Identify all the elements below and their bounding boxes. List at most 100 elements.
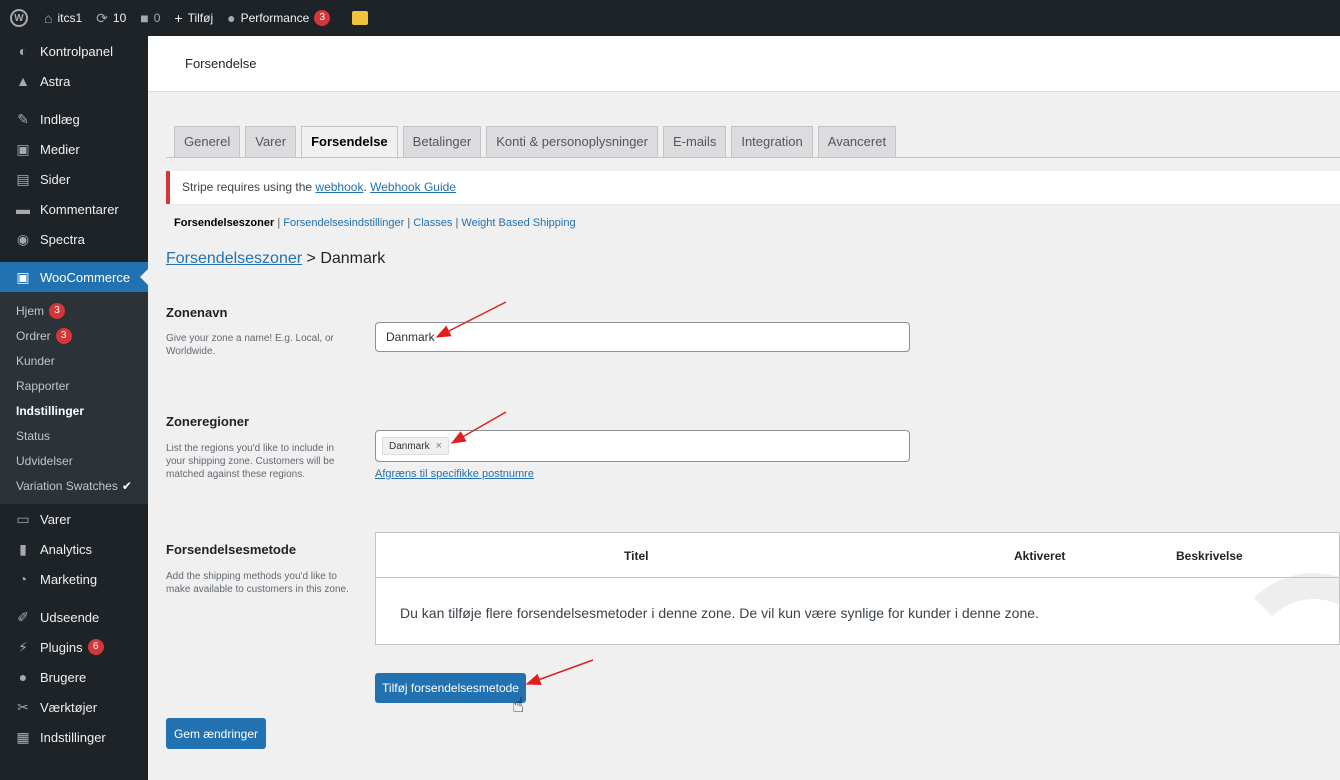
sidebar-item-kommentarer[interactable]: ▬ Kommentarer	[0, 194, 148, 224]
sidebar-item-indlæg[interactable]: ✎ Indlæg	[0, 104, 148, 134]
site-name: itcs1	[57, 11, 83, 25]
sidebar-item-label: Medier	[40, 141, 80, 157]
sidebar-item-woocommerce[interactable]: ▣ WooCommerce	[0, 262, 148, 292]
sidebar-item-indstillinger[interactable]: ▦ Indstillinger	[0, 722, 148, 752]
webhook-guide-link[interactable]: Webhook Guide	[370, 180, 456, 194]
submenu-item-label: Variation Swatches	[16, 478, 118, 493]
users-icon: ●	[18, 669, 28, 685]
tab-avanceret[interactable]: Avanceret	[817, 126, 897, 158]
table-header: Titel Aktiveret Beskrivelse	[376, 533, 1339, 578]
wordpress-logo-icon[interactable]: W	[10, 9, 28, 27]
zone-regions-label: Zoneregioner	[166, 414, 250, 429]
analytics-icon: ▮	[19, 541, 27, 557]
updates-link[interactable]: ⟳ 10	[96, 10, 126, 27]
zone-regions-desc: List the regions you'd like to include i…	[166, 443, 335, 480]
sidebar-item-varer[interactable]: ▭ Varer	[0, 504, 148, 534]
subnav-current[interactable]: Forsendelseszoner	[174, 217, 274, 229]
zone-name-label: Zonenavn	[166, 305, 228, 320]
remove-chip-icon[interactable]: ×	[436, 440, 442, 452]
admin-bar: W ⌂ itcs1 ⟳ 10 ■ 0 + Tilføj ● Performanc…	[0, 0, 1340, 36]
astra-icon: ▲	[16, 73, 30, 89]
sidebar-item-kontrolpanel[interactable]: ◐ Kontrolpanel	[0, 36, 148, 66]
limit-postcodes-link[interactable]: Afgræns til specifikke postnumre	[375, 468, 534, 480]
sidebar-item-label: Plugins	[40, 639, 83, 655]
submenu-item-label: Indstillinger	[16, 403, 85, 418]
performance-badge: 3	[314, 10, 331, 26]
tools-icon: ✂	[17, 699, 29, 715]
sidebar-item-plugins[interactable]: ⚡ Plugins 6	[0, 632, 148, 662]
shipping-subnav: Forsendelseszoner | Forsendelsesindstill…	[174, 217, 576, 229]
plus-icon: +	[174, 10, 183, 26]
media-icon: ▣	[16, 141, 30, 157]
tab-generel[interactable]: Generel	[174, 126, 241, 158]
submenu-item-status[interactable]: Status	[0, 423, 148, 448]
performance-icon: ●	[227, 10, 236, 26]
tab-forsendelse[interactable]: Forsendelse	[301, 126, 398, 159]
shipping-method-label: Forsendelsesmetode	[166, 542, 297, 557]
submenu-item-udvidelser[interactable]: Udvidelser	[0, 448, 148, 473]
arrow-add-method	[525, 659, 594, 686]
performance-link[interactable]: ● Performance 3	[227, 10, 331, 26]
tab-konti-personoplysninger[interactable]: Konti & personoplysninger	[486, 126, 658, 158]
sidebar-item-værktøjer[interactable]: ✂ Værktøjer	[0, 692, 148, 722]
sidebar-item-brugere[interactable]: ● Brugere	[0, 662, 148, 692]
submenu-item-label: Hjem	[16, 303, 45, 318]
submenu-item-kunder[interactable]: Kunder	[0, 348, 148, 373]
tab-varer[interactable]: Varer	[245, 126, 297, 158]
plugins-icon: ⚡	[18, 639, 28, 655]
zone-regions-select[interactable]: Danmark ×	[375, 430, 910, 462]
zone-name-desc: Give your zone a name! E.g. Local, or Wo…	[166, 333, 334, 357]
sidebar-item-marketing[interactable]: ◔ Marketing	[0, 564, 148, 594]
col-description: Beskrivelse	[1176, 549, 1243, 563]
sidebar-item-label: Marketing	[40, 571, 98, 587]
site-name-link[interactable]: ⌂ itcs1	[44, 10, 82, 26]
save-changes-button[interactable]: Gem ændringer	[166, 718, 266, 749]
sidebar-item-udseende[interactable]: ✐ Udseende	[0, 602, 148, 632]
sidebar-item-label: Brugere	[40, 669, 87, 685]
sidebar-item-medier[interactable]: ▣ Medier	[0, 134, 148, 164]
submenu-item-label: Rapporter	[16, 378, 70, 393]
updates-icon: ⟳	[96, 9, 108, 26]
sidebar-item-label: Værktøjer	[40, 699, 98, 715]
breadcrumb-zones-link[interactable]: Forsendelseszoner	[166, 250, 302, 267]
sidebar-item-label: Indstillinger	[40, 729, 106, 745]
tab-integration[interactable]: Integration	[731, 126, 813, 158]
subnav-weight-based-shipping[interactable]: Weight Based Shipping	[461, 217, 575, 229]
tab-e-mails[interactable]: E-mails	[662, 126, 727, 158]
sidebar-item-sider[interactable]: ▤ Sider	[0, 164, 148, 194]
new-content-link[interactable]: + Tilføj	[174, 10, 213, 26]
webhook-link[interactable]: webhook	[315, 180, 363, 194]
comments-link[interactable]: ■ 0	[140, 10, 160, 26]
sidebar-item-spectra[interactable]: ◉ Spectra	[0, 224, 148, 254]
sidebar-item-analytics[interactable]: ▮ Analytics	[0, 534, 148, 564]
sidebar-item-label: Sider	[40, 171, 71, 187]
subnav-classes[interactable]: Classes	[413, 217, 452, 229]
cart-icon[interactable]	[352, 11, 369, 25]
add-shipping-method-button[interactable]: Tilføj forsendelsesmetode	[375, 673, 526, 703]
page-title: Forsendelse	[185, 56, 257, 71]
submenu-item-ordrer[interactable]: Ordrer 3	[0, 323, 148, 348]
settings-tabs: Generel Varer Forsendelse Betalinger Konti &…	[174, 126, 901, 159]
submenu-item-indstillinger[interactable]: Indstillinger	[0, 398, 148, 423]
zone-name-input[interactable]: Danmark	[375, 322, 910, 352]
submenu-badge: 3	[55, 327, 72, 344]
stripe-notice: Stripe requires using the webhook. Webho…	[166, 171, 1340, 204]
shipping-method-desc: Add the shipping methods you'd like to m…	[166, 571, 349, 595]
woocommerce-submenu: Hjem 3 Ordrer 3 Kunder Rapporter Indstillinger…	[0, 292, 148, 504]
tabs-divider	[166, 157, 1340, 158]
submenu-item-hjem[interactable]: Hjem 3	[0, 298, 148, 323]
wp-admin-window: W ⌂ itcs1 ⟳ 10 ■ 0 + Tilføj ● Performanc…	[0, 0, 1340, 780]
page-header: Forsendelse	[148, 36, 1340, 92]
swatches-icon: ✔	[121, 478, 132, 493]
products-icon: ▭	[16, 511, 30, 527]
submenu-item-rapporter[interactable]: Rapporter	[0, 373, 148, 398]
submenu-item-label: Kunder	[16, 353, 55, 368]
tab-betalinger[interactable]: Betalinger	[402, 126, 482, 158]
home-icon: ⌂	[44, 10, 53, 26]
sidebar-item-label: Indlæg	[40, 111, 80, 127]
sidebar-item-astra[interactable]: ▲ Astra	[0, 66, 148, 96]
appearance-icon: ✐	[17, 609, 29, 625]
subnav-shipping-settings[interactable]: Forsendelsesindstillinger	[283, 217, 404, 229]
submenu-item-variation-swatches[interactable]: Variation Swatches ✔	[0, 473, 148, 498]
comment-icon: ■	[140, 10, 149, 26]
